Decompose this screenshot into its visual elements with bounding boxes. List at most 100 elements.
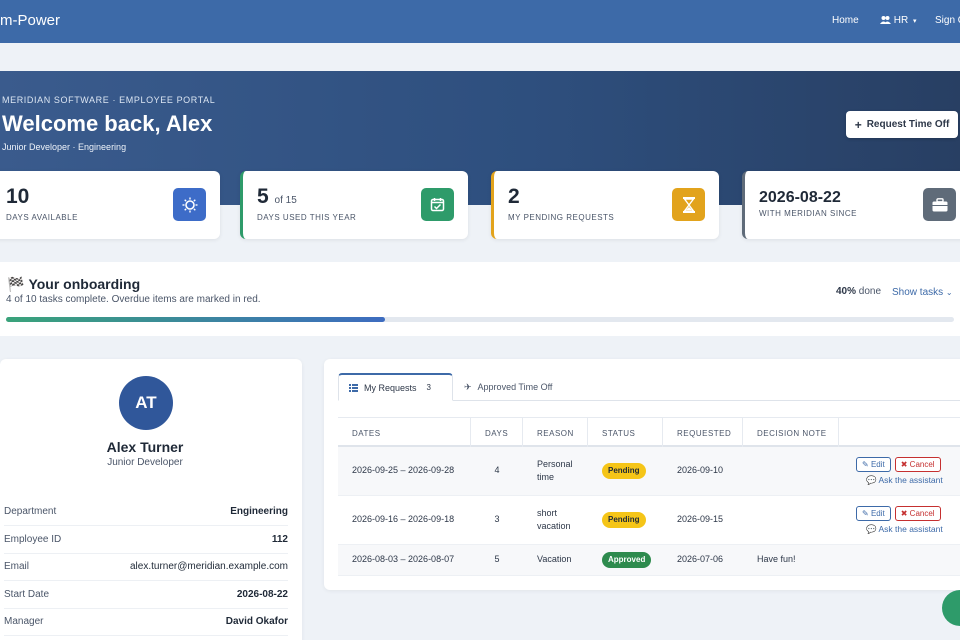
cell-note: Have fun! — [757, 554, 796, 565]
cell-days: 3 — [494, 514, 500, 525]
table-row: 2026-09-25 – 2026-09-28 4 Personal time … — [338, 447, 960, 496]
profile-row-value: 2026-08-22 — [236, 589, 288, 600]
column-header-reason: REASON — [523, 418, 588, 448]
nav-sign-out-link[interactable]: Sign O — [935, 15, 960, 26]
requests-panel: My Requests 3 ✈ Approved Time Off DATES … — [324, 359, 960, 590]
cell-reason: Personal time — [537, 458, 573, 483]
profile-row-value: Engineering — [230, 506, 288, 517]
cell-days: 4 — [494, 465, 500, 476]
profile-role: Junior Developer — [107, 457, 183, 468]
onboarding-progress-track — [6, 317, 954, 322]
stat-label: MY PENDING REQUESTS — [508, 213, 615, 222]
row-action-buttons: ✎ Edit ✖ Cancel — [856, 456, 943, 472]
profile-row-value: 112 — [271, 534, 288, 545]
chat-icon: 💬 — [866, 523, 877, 534]
briefcase-icon — [923, 188, 956, 221]
profile-row-employee-id: Employee ID 112 — [4, 526, 288, 554]
plane-icon: ✈ — [464, 381, 472, 392]
request-time-off-label: Request Time Off — [866, 119, 950, 130]
cell-days: 5 — [494, 554, 500, 565]
hourglass-icon — [672, 188, 705, 221]
profile-name: Alex Turner — [106, 439, 184, 455]
chat-assistant-fab[interactable] — [942, 590, 960, 626]
onboarding-title-text: Your onboarding — [28, 276, 141, 292]
onboarding-percent-value: 40% — [836, 286, 857, 297]
cancel-button[interactable]: ✖ Cancel — [894, 505, 941, 521]
show-tasks-label: Show tasks — [892, 287, 944, 298]
onboarding-done-label: done — [858, 286, 882, 297]
cancel-button[interactable]: ✖ Cancel — [894, 456, 941, 472]
top-navbar: m-Power Home HR ▾ Sign O — [0, 0, 960, 43]
cell-status: Pending — [588, 496, 663, 544]
stat-value: 2026-08-22 — [759, 189, 841, 206]
column-header-requested: REQUESTED — [663, 418, 743, 448]
stat-value-number: 5 — [257, 185, 269, 208]
ask-label: Ask the assistant — [878, 474, 943, 485]
tab-count-badge: 3 — [426, 383, 431, 392]
row-actions: ✎ Edit ✖ Cancel 💬 Ask the assistant — [856, 447, 943, 495]
profile-row-key: Employee ID — [4, 534, 62, 545]
chat-icon: 💬 — [866, 474, 877, 485]
status-badge: Pending — [602, 463, 646, 479]
nav-hr-dropdown[interactable]: HR ▾ — [880, 15, 917, 26]
tab-approved-time-off[interactable]: ✈ Approved Time Off — [454, 373, 562, 401]
hero-subtitle: Junior Developer · Engineering — [2, 142, 127, 152]
ask-assistant-link[interactable]: 💬 Ask the assistant — [856, 524, 943, 535]
plus-icon: + — [854, 117, 862, 132]
cell-requested: 2026-09-15 — [677, 514, 724, 525]
cell-requested: 2026-09-10 — [677, 465, 724, 476]
stat-card-pending-requests: 2 MY PENDING REQUESTS — [491, 171, 719, 239]
cell-dates: 2026-08-03 – 2026-08-07 — [352, 554, 455, 565]
edit-button[interactable]: ✎ Edit — [856, 456, 891, 472]
profile-row-key: Email — [4, 561, 30, 572]
stat-value: 10 — [6, 185, 30, 208]
chevron-down-icon: ▾ — [913, 18, 917, 25]
column-header-decision-note: DECISION NOTE — [743, 418, 839, 448]
cell-status: Pending — [588, 447, 663, 495]
table-row: 2026-09-16 – 2026-09-18 3 short vacation… — [338, 496, 960, 545]
cell-status: Approved — [588, 545, 663, 575]
profile-row-start-date: Start Date 2026-08-22 — [4, 581, 288, 609]
stat-card-days-used: 5 of 15 DAYS USED THIS YEAR — [240, 171, 468, 239]
profile-row-value: alex.turner@meridian.example.com — [130, 561, 288, 572]
profile-row-department: Department Engineering — [4, 498, 288, 526]
ask-assistant-link[interactable]: 💬 Ask the assistant — [856, 475, 943, 486]
cell-reason: short vacation — [537, 507, 571, 532]
stat-label: DAYS USED THIS YEAR — [257, 213, 357, 222]
stat-card-tenure: 2026-08-22 WITH MERIDIAN SINCE — [742, 171, 960, 239]
brand-logo[interactable]: m-Power — [0, 12, 60, 29]
stat-label: DAYS AVAILABLE — [6, 213, 78, 222]
cell-note — [743, 496, 839, 544]
column-header-dates: DATES — [338, 418, 471, 448]
edit-button[interactable]: ✎ Edit — [856, 505, 891, 521]
cell-dates: 2026-09-25 – 2026-09-28 — [352, 465, 455, 476]
profile-row-key: Start Date — [4, 589, 50, 600]
stat-value: 2 — [508, 185, 520, 208]
show-tasks-toggle[interactable]: Show tasks ⌄ — [892, 287, 953, 298]
onboarding-subtitle: 4 of 10 tasks complete. Overdue items ar… — [6, 294, 261, 305]
profile-row-manager: Manager David Okafor — [4, 608, 288, 636]
cell-reason: Vacation — [537, 554, 572, 565]
stat-card-days-available: 10 DAYS AVAILABLE — [0, 171, 220, 239]
cancel-label: Cancel — [909, 508, 935, 518]
tab-my-requests[interactable]: My Requests 3 — [338, 373, 453, 401]
profile-row-key: Manager — [4, 616, 44, 627]
cell-requested: 2026-07-06 — [677, 554, 724, 565]
edit-label: Edit — [870, 459, 885, 469]
tab-my-requests-label: My Requests — [364, 382, 417, 393]
cell-dates: 2026-09-16 – 2026-09-18 — [352, 514, 455, 525]
column-header-days: DAYS — [471, 418, 523, 448]
cancel-label: Cancel — [909, 459, 935, 469]
onboarding-percent: 40% done — [836, 286, 881, 297]
tab-approved-label: Approved Time Off — [477, 382, 553, 392]
table-row: 2026-08-03 – 2026-08-07 5 Vacation Appro… — [338, 545, 960, 576]
column-header-status: STATUS — [588, 418, 663, 448]
calendar-check-icon — [421, 188, 454, 221]
onboarding-title: 🏁 Your onboarding — [7, 276, 140, 293]
request-time-off-button[interactable]: + Request Time Off — [846, 111, 958, 138]
onboarding-card: 🏁 Your onboarding 4 of 10 tasks complete.… — [0, 262, 960, 336]
page-title: Welcome back, Alex — [2, 111, 213, 136]
profile-card: AT Alex Turner Junior Developer Departme… — [0, 359, 302, 640]
ask-label: Ask the assistant — [878, 523, 943, 534]
nav-home-link[interactable]: Home — [832, 15, 859, 26]
